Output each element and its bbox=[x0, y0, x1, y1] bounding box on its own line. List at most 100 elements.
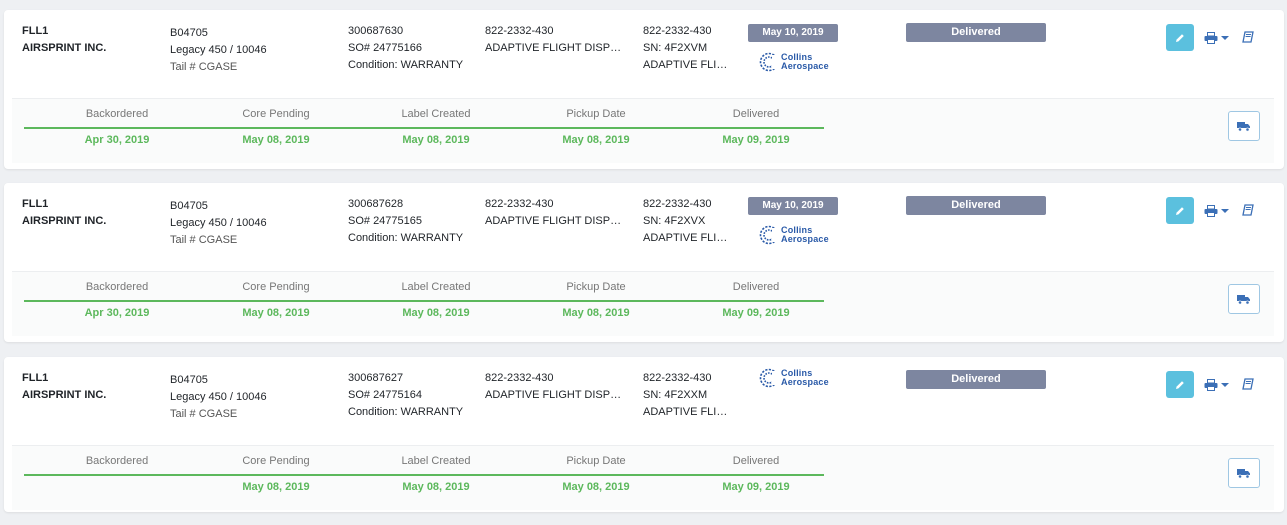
date-badge: May 10, 2019 bbox=[748, 197, 838, 215]
customer-column: FLL1 AIRSPRINT INC. bbox=[22, 370, 106, 404]
collins-logo-mark bbox=[759, 225, 780, 245]
step-label: Delivered bbox=[732, 455, 780, 467]
part-description-2: ADAPTIVE FLIGHT DISPLAY bbox=[643, 232, 733, 244]
step-label: Core Pending bbox=[242, 455, 310, 467]
book-icon bbox=[1242, 31, 1254, 43]
part-description-2: ADAPTIVE FLIGHT DISPLAY bbox=[643, 59, 733, 71]
step-date: May 08, 2019 bbox=[402, 134, 470, 146]
step-label: Backordered bbox=[85, 455, 149, 467]
aircraft-id: B04705 bbox=[170, 27, 208, 39]
book-icon bbox=[1242, 378, 1254, 390]
sales-order: SO# 24775164 bbox=[348, 389, 423, 401]
status-badge: Delivered bbox=[906, 370, 1046, 389]
serial-column: 822-2332-430 SN: 4F2XXM ADAPTIVE FLIGHT … bbox=[643, 370, 733, 421]
serial-number: SN: 4F2XXM bbox=[643, 389, 708, 401]
book-button[interactable] bbox=[1242, 377, 1256, 393]
printer-icon bbox=[1204, 32, 1218, 44]
track-shipment-button[interactable] bbox=[1228, 111, 1260, 141]
condition: Condition: WARRANTY bbox=[348, 406, 464, 418]
step-date: May 08, 2019 bbox=[562, 134, 630, 146]
step-label: Delivered bbox=[732, 281, 780, 293]
customer-name: AIRSPRINT INC. bbox=[22, 389, 107, 401]
step-date: May 08, 2019 bbox=[242, 481, 310, 493]
serial-column: 822-2332-430 SN: 4F2XVM ADAPTIVE FLIGHT … bbox=[643, 23, 733, 74]
collins-aerospace-logo: Collins Aerospace bbox=[758, 366, 838, 390]
pencil-icon bbox=[1176, 380, 1184, 389]
pencil-icon bbox=[1176, 206, 1184, 215]
part-column: 822-2332-430 ADAPTIVE FLIGHT DISPLAY bbox=[485, 370, 625, 404]
part-column: 822-2332-430 ADAPTIVE FLIGHT DISPLAY bbox=[485, 23, 625, 57]
aircraft-id: B04705 bbox=[170, 374, 208, 386]
logo-text: Collins Aerospace bbox=[781, 368, 829, 387]
progress-line bbox=[24, 127, 824, 129]
aircraft-model: Legacy 450 / 10046 bbox=[170, 217, 267, 229]
tail-number: Tail # CGASE bbox=[170, 61, 238, 73]
customer-name: AIRSPRINT INC. bbox=[22, 42, 107, 54]
tracking-timeline: Backordered Apr 30, 2019 Core Pending May 0… bbox=[12, 98, 1274, 163]
logo-text: Collins Aerospace bbox=[781, 52, 829, 71]
truck-icon bbox=[1237, 121, 1250, 131]
part-column: 822-2332-430 ADAPTIVE FLIGHT DISPLAY bbox=[485, 196, 625, 230]
step-label: Pickup Date bbox=[566, 455, 626, 467]
step-label: Label Created bbox=[401, 108, 471, 120]
step-label: Core Pending bbox=[242, 108, 310, 120]
serial-number: SN: 4F2XVM bbox=[643, 42, 708, 54]
part-number: 822-2332-430 bbox=[485, 372, 554, 384]
sales-order: SO# 24775166 bbox=[348, 42, 423, 54]
customer-name: AIRSPRINT INC. bbox=[22, 215, 107, 227]
step-label: Delivered bbox=[732, 108, 780, 120]
step-date: May 08, 2019 bbox=[402, 481, 470, 493]
aircraft-model: Legacy 450 / 10046 bbox=[170, 44, 267, 56]
book-icon bbox=[1242, 204, 1254, 216]
tracking-timeline: Backordered Core Pending May 08, 2019 Label… bbox=[12, 445, 1274, 510]
serial-column: 822-2332-430 SN: 4F2XVX ADAPTIVE FLIGHT … bbox=[643, 196, 733, 247]
step-date: May 08, 2019 bbox=[242, 134, 310, 146]
order-number: 300687630 bbox=[348, 25, 404, 37]
collins-aerospace-logo: Collins Aerospace bbox=[758, 223, 838, 247]
edit-button[interactable] bbox=[1166, 197, 1194, 224]
status-badge: Delivered bbox=[906, 23, 1046, 42]
order-column: 300687628 SO# 24775165 Condition: WARRAN… bbox=[348, 196, 463, 247]
book-button[interactable] bbox=[1242, 203, 1256, 219]
order-column: 300687627 SO# 24775164 Condition: WARRAN… bbox=[348, 370, 463, 421]
print-dropdown-button[interactable] bbox=[1204, 30, 1230, 46]
part-number: 822-2332-430 bbox=[485, 25, 554, 37]
track-shipment-button[interactable] bbox=[1228, 284, 1260, 314]
part-number-2: 822-2332-430 bbox=[643, 198, 712, 210]
collins-aerospace-logo: Collins Aerospace bbox=[758, 50, 838, 74]
order-card: FLL1 AIRSPRINT INC. B04705 Legacy 450 / … bbox=[4, 357, 1284, 512]
part-description-2: ADAPTIVE FLIGHT DISPLAY bbox=[643, 406, 733, 418]
part-number-2: 822-2332-430 bbox=[643, 25, 712, 37]
print-dropdown-button[interactable] bbox=[1204, 377, 1230, 393]
step-date: Apr 30, 2019 bbox=[84, 134, 150, 146]
step-date: May 09, 2019 bbox=[722, 481, 790, 493]
caret-down-icon bbox=[1221, 209, 1229, 213]
order-number: 300687627 bbox=[348, 372, 404, 384]
book-button[interactable] bbox=[1242, 30, 1256, 46]
step-date: May 08, 2019 bbox=[402, 307, 470, 319]
pencil-icon bbox=[1176, 33, 1184, 42]
step-label: Label Created bbox=[401, 455, 471, 467]
print-dropdown-button[interactable] bbox=[1204, 203, 1230, 219]
serial-number: SN: 4F2XVX bbox=[643, 215, 706, 227]
step-label: Pickup Date bbox=[566, 108, 626, 120]
edit-button[interactable] bbox=[1166, 371, 1194, 398]
caret-down-icon bbox=[1221, 36, 1229, 40]
tail-number: Tail # CGASE bbox=[170, 234, 238, 246]
tail-number: Tail # CGASE bbox=[170, 408, 238, 420]
step-date: May 09, 2019 bbox=[722, 307, 790, 319]
track-shipment-button[interactable] bbox=[1228, 458, 1260, 488]
part-number: 822-2332-430 bbox=[485, 198, 554, 210]
part-number-2: 822-2332-430 bbox=[643, 372, 712, 384]
aircraft-column: B04705 Legacy 450 / 10046 Tail # CGASE bbox=[170, 25, 267, 76]
part-description: ADAPTIVE FLIGHT DISPLAY bbox=[485, 42, 625, 54]
customer-column: FLL1 AIRSPRINT INC. bbox=[22, 196, 106, 230]
station-code: FLL1 bbox=[22, 25, 49, 37]
part-description: ADAPTIVE FLIGHT DISPLAY bbox=[485, 389, 625, 401]
status-badge: Delivered bbox=[906, 196, 1046, 215]
order-number: 300687628 bbox=[348, 198, 404, 210]
step-label: Pickup Date bbox=[566, 281, 626, 293]
edit-button[interactable] bbox=[1166, 24, 1194, 51]
collins-logo-mark bbox=[759, 52, 780, 72]
printer-icon bbox=[1204, 205, 1218, 217]
